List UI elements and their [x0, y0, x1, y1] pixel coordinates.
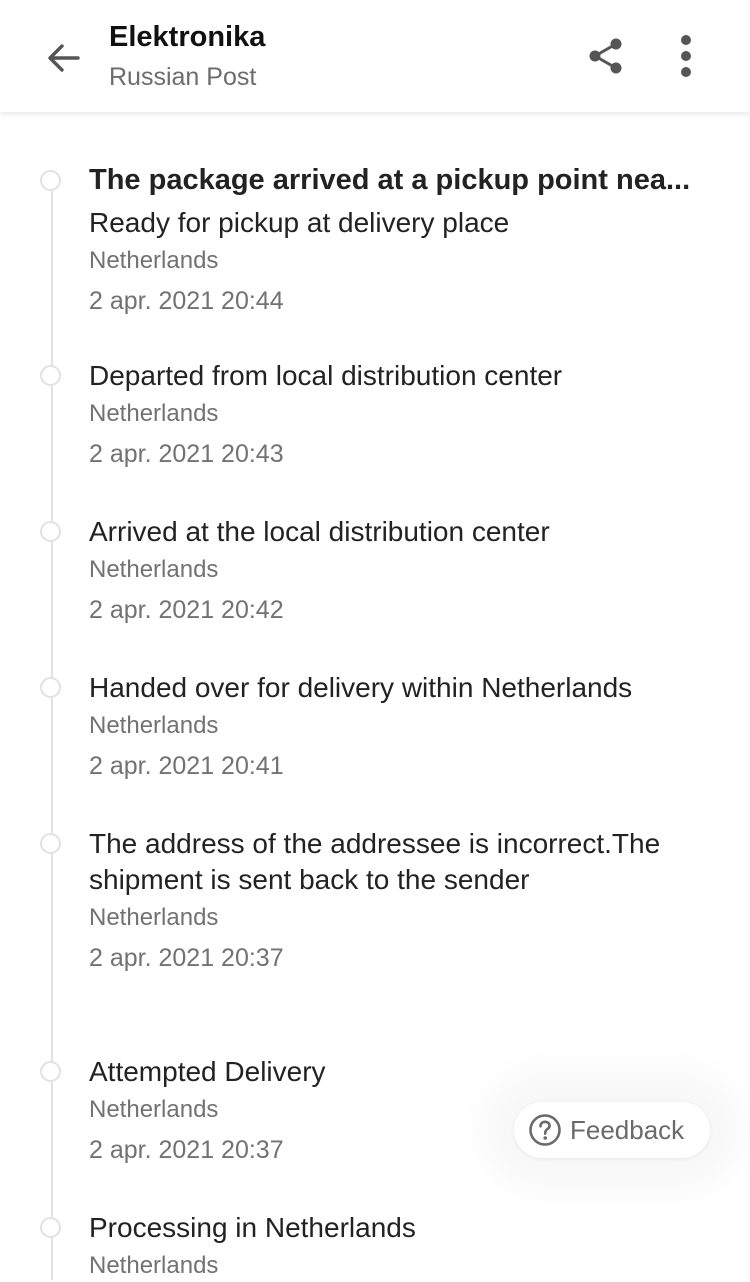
- share-button[interactable]: [580, 30, 632, 82]
- page-title: Elektronika: [109, 21, 266, 53]
- event-body: Arrived at the local distribution center…: [89, 514, 714, 626]
- question-circle-icon: [528, 1113, 562, 1147]
- event-status: Arrived at the local distribution center: [89, 516, 550, 547]
- timeline-dot: [40, 1217, 61, 1238]
- event-location: Netherlands: [89, 712, 219, 739]
- more-vertical-icon: [681, 35, 691, 77]
- event-headline: The package arrived at a pickup point ne…: [89, 164, 691, 196]
- timeline-dot: [40, 1061, 61, 1082]
- event-status: The address of the addressee is incorrec…: [89, 828, 661, 895]
- event-status: Attempted Delivery: [89, 1056, 326, 1087]
- timeline-dot: [40, 833, 61, 854]
- event-body: Processing in Netherlands Netherlands: [89, 1210, 714, 1282]
- feedback-button[interactable]: Feedback: [514, 1102, 710, 1158]
- event-location: Netherlands: [89, 904, 219, 931]
- event-time: 2 apr. 2021 20:37: [89, 944, 284, 972]
- event-status: Processing in Netherlands: [89, 1212, 416, 1243]
- event-time: 2 apr. 2021 20:42: [89, 596, 284, 624]
- carrier-name: Russian Post: [109, 63, 257, 91]
- event-time: 2 apr. 2021 20:43: [89, 440, 284, 468]
- event-body: The package arrived at a pickup point ne…: [89, 162, 714, 317]
- timeline-dot: [40, 677, 61, 698]
- event-location: Netherlands: [89, 247, 219, 274]
- event-status: Ready for pickup at delivery place: [89, 207, 510, 238]
- timeline-dot: [40, 521, 61, 542]
- event-status: Departed from local distribution center: [89, 360, 563, 391]
- back-button[interactable]: [36, 30, 92, 86]
- more-options-button[interactable]: [662, 30, 710, 82]
- timeline-dot: [40, 170, 61, 191]
- timeline-dot: [40, 365, 61, 386]
- share-icon: [589, 38, 622, 74]
- feedback-label: Feedback: [570, 1114, 685, 1145]
- app-header: Elektronika Russian Post: [0, 0, 750, 112]
- event-location: Netherlands: [89, 1252, 219, 1279]
- event-location: Netherlands: [89, 400, 219, 427]
- event-body: Departed from local distribution center …: [89, 358, 714, 470]
- event-time: 2 apr. 2021 20:41: [89, 752, 284, 780]
- timeline-line: [51, 180, 53, 1280]
- event-body: The address of the addressee is incorrec…: [89, 826, 714, 974]
- event-time: 2 apr. 2021 20:44: [89, 287, 284, 315]
- arrow-left-icon: [48, 44, 80, 72]
- event-body: Handed over for delivery within Netherla…: [89, 670, 714, 782]
- event-location: Netherlands: [89, 556, 219, 583]
- event-status: Handed over for delivery within Netherla…: [89, 672, 633, 703]
